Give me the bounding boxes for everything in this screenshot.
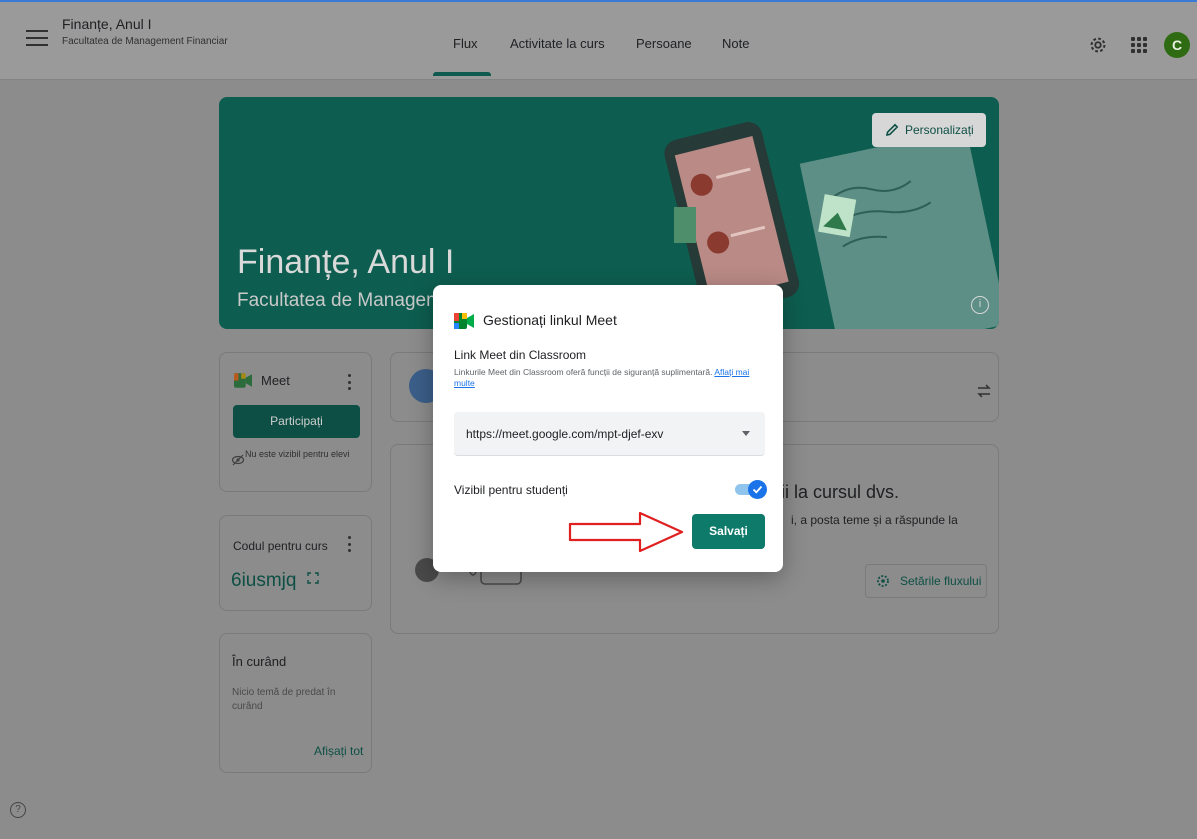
banner-title: Finanțe, Anul I — [237, 243, 455, 281]
google-meet-logo-icon — [234, 373, 252, 388]
visible-to-students-toggle[interactable] — [735, 480, 767, 499]
repost-icon[interactable] — [975, 383, 993, 399]
meet-link-select[interactable]: https://meet.google.com/mpt-djef-exv — [454, 412, 765, 456]
more-options-icon[interactable] — [348, 374, 352, 390]
red-arrow-annotation-icon — [568, 511, 684, 553]
upcoming-title: În curând — [232, 654, 287, 669]
dialog-title: Gestionați linkul Meet — [483, 312, 617, 328]
active-tab-indicator — [433, 72, 491, 76]
stream-heading: ții la cursul dvs. — [776, 482, 900, 502]
tab-flux[interactable]: Flux — [453, 36, 478, 51]
personalize-label: Personalizați — [905, 123, 974, 137]
google-meet-logo-icon — [454, 313, 474, 329]
more-options-icon[interactable] — [348, 536, 352, 552]
visible-to-students-label: Vizibil pentru studenți — [454, 483, 568, 497]
apps-grid-icon[interactable] — [1131, 37, 1147, 53]
manage-meet-link-dialog: Gestionați linkul Meet Link Meet din Cla… — [433, 285, 783, 572]
personalize-button[interactable]: Personalizați — [872, 113, 986, 147]
account-avatar[interactable]: C — [1164, 32, 1190, 58]
stream-settings-label: Setările fluxului — [900, 574, 982, 588]
tab-note[interactable]: Note — [722, 36, 749, 51]
tab-activitate-la-curs[interactable]: Activitate la curs — [510, 36, 605, 51]
stream-settings-button[interactable]: Setările fluxului — [865, 564, 987, 598]
dropdown-arrow-icon — [742, 431, 750, 436]
check-icon — [752, 485, 763, 494]
help-icon[interactable]: ? — [10, 802, 26, 818]
course-title[interactable]: Finanțe, Anul I — [62, 16, 152, 32]
top-bar: Finanțe, Anul I Facultatea de Management… — [0, 0, 1197, 80]
save-button[interactable]: Salvați — [692, 514, 765, 549]
dialog-description: Linkurile Meet din Classroom oferă funcț… — [454, 367, 754, 389]
meet-link-value: https://meet.google.com/mpt-djef-exv — [466, 427, 664, 441]
hamburger-menu-icon[interactable] — [26, 30, 48, 48]
meet-label: Meet — [261, 373, 290, 388]
eye-off-icon — [231, 454, 245, 466]
banner-subtitle: Facultatea de Manageme — [237, 290, 453, 311]
gear-icon — [877, 575, 889, 587]
toggle-knob — [748, 480, 767, 499]
meet-card: Meet Participați Nu este vizibil pentru … — [219, 352, 372, 492]
class-code-label: Codul pentru curs — [233, 539, 328, 553]
dialog-description-text: Linkurile Meet din Classroom oferă funcț… — [454, 367, 713, 377]
class-code-value: 6iusmjq — [231, 570, 297, 591]
upcoming-card: În curând Nicio temă de predat în curând… — [219, 633, 372, 773]
info-icon[interactable]: i — [971, 296, 989, 314]
pencil-icon — [885, 123, 899, 137]
show-all-link[interactable]: Afișați tot — [314, 744, 363, 758]
class-code-card: Codul pentru curs 6iusmjq — [219, 515, 372, 611]
stream-text: i, a posta teme și a răspunde la — [791, 513, 958, 527]
tab-persoane[interactable]: Persoane — [636, 36, 692, 51]
fullscreen-icon[interactable] — [307, 572, 319, 584]
dialog-subtitle: Link Meet din Classroom — [454, 348, 587, 362]
join-meet-button[interactable]: Participați — [233, 405, 360, 438]
course-subtitle: Facultatea de Management Financiar — [62, 36, 228, 47]
visibility-note: Nu este vizibil pentru elevi — [245, 449, 350, 459]
settings-gear-icon[interactable] — [1087, 34, 1109, 56]
upcoming-text: Nicio temă de predat în curând — [232, 687, 336, 712]
